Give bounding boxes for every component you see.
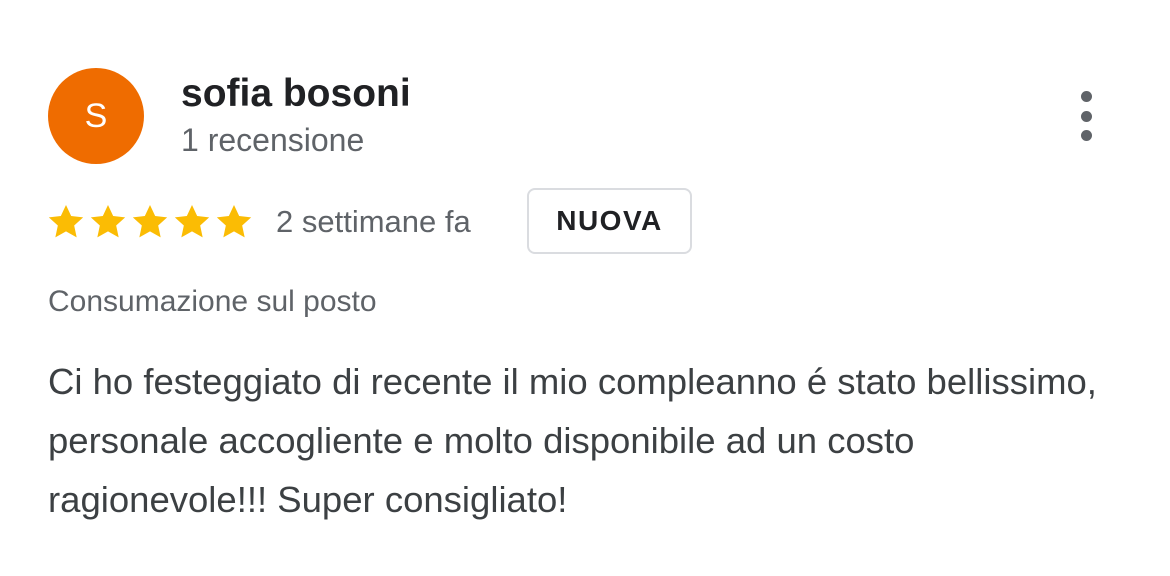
more-options-button[interactable] [1064, 88, 1108, 144]
star-filled-icon [130, 202, 170, 242]
star-filled-icon [214, 202, 254, 242]
more-vertical-icon-dot-top [1080, 91, 1092, 102]
star-filled-icon [88, 202, 128, 242]
star-filled-icon [172, 202, 212, 242]
star-filled-icon [46, 202, 86, 242]
reviewer-review-count: 1 recensione [181, 122, 365, 158]
avatar-letter: S [84, 97, 108, 135]
new-badge: NUOVA [527, 188, 692, 254]
review-text: Ci ho festeggiato di recente il mio comp… [48, 361, 1097, 520]
reviewer-name[interactable]: sofia bosoni [181, 70, 411, 118]
dining-mode: Consumazione sul posto [48, 285, 377, 318]
review-time: 2 settimane fa [276, 204, 471, 239]
star-rating [46, 200, 254, 244]
more-vertical-icon-dot-bottom [1080, 130, 1092, 141]
more-vertical-icon-dot-middle [1080, 110, 1092, 122]
review-card: S sofia bosoni 1 recensione 2 settimane … [0, 0, 1170, 576]
avatar[interactable]: S [48, 68, 144, 164]
